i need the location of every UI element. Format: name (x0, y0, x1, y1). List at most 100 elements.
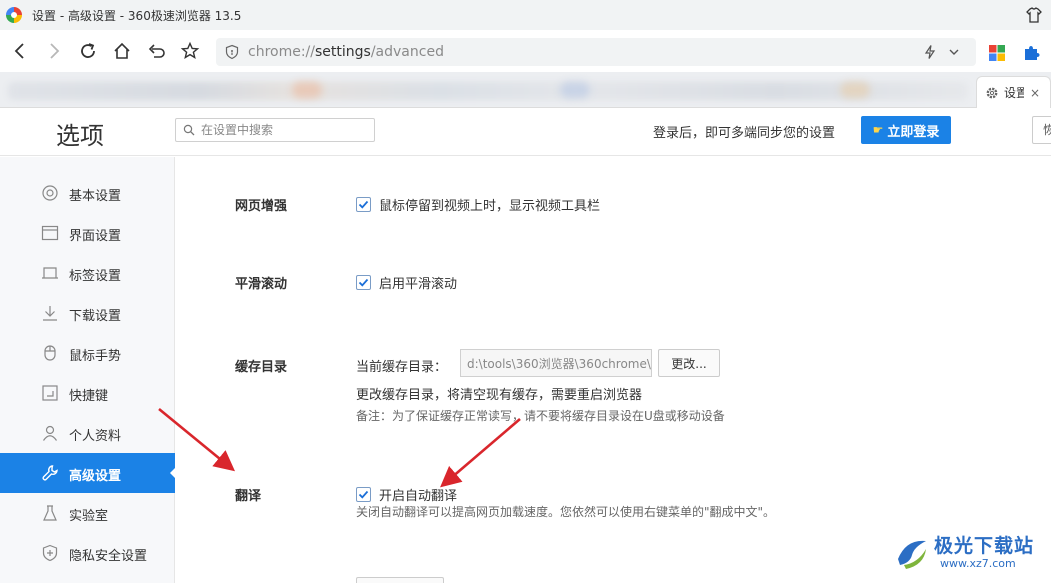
url-host: settings (315, 44, 371, 60)
star-icon (180, 41, 200, 59)
reload-button[interactable] (71, 34, 105, 68)
sidebar-item-label: 基本设置 (69, 189, 122, 204)
home-icon (114, 42, 130, 59)
sidebar-item-label: 下载设置 (69, 309, 122, 324)
check-icon (358, 490, 369, 499)
extensions-puzzle-icon[interactable] (1022, 44, 1040, 62)
sidebar-item-profile[interactable]: 个人资料 (0, 413, 175, 453)
sidebar-item-basic[interactable]: 基本设置 (0, 173, 175, 213)
title-bar: 设置 - 高级设置 - 360极速浏览器 13.5 (0, 0, 1051, 30)
sidebar-item-tabs[interactable]: 标签设置 (0, 253, 175, 293)
skin-icon[interactable] (1025, 6, 1043, 24)
site-watermark: 极光下载站 www.xz7.com (890, 527, 1048, 577)
address-bar[interactable]: chrome://settings/advanced (216, 38, 976, 66)
section-title-cache: 缓存目录 (235, 360, 288, 375)
sidebar-item-label: 鼠标手势 (69, 349, 122, 364)
watermark-logo-icon (898, 540, 926, 569)
smooth-scroll-option[interactable]: 启用平滑滚动 (356, 273, 457, 292)
video-toolbar-option[interactable]: 鼠标停留到视频上时，显示视频工具栏 (356, 195, 600, 214)
wrench-icon (42, 465, 58, 481)
settings-content: 网页增强 鼠标停留到视频上时，显示视频工具栏 平滑滚动 启用平滑滚动 缓存目录 … (176, 157, 1051, 583)
sidebar: 基本设置 界面设置 标签设置 下载设置 鼠标手势 快捷键 个人资料 高级设置 实… (0, 157, 176, 583)
download-icon (43, 306, 57, 321)
login-label: 立即登录 (887, 124, 940, 140)
watermark-url: www.xz7.com (940, 557, 1016, 570)
apps-grid-icon[interactable] (988, 44, 1006, 62)
forward-button[interactable] (37, 34, 71, 68)
window-icon (41, 225, 59, 241)
tab-label: 设置 (1004, 86, 1024, 100)
partial-button[interactable] (356, 577, 444, 583)
sidebar-item-interface[interactable]: 界面设置 (0, 213, 175, 253)
auto-translate-checkbox[interactable] (356, 487, 371, 502)
search-icon (183, 124, 195, 136)
check-icon (358, 200, 369, 209)
sidebar-item-label: 界面设置 (69, 229, 122, 244)
window-title: 设置 - 高级设置 - 360极速浏览器 13.5 (32, 8, 242, 23)
chevron-down-icon[interactable] (946, 44, 962, 60)
watermark-title: 极光下载站 (934, 535, 1035, 557)
sidebar-item-advanced[interactable]: 高级设置 (0, 453, 176, 493)
url-scheme: chrome:// (248, 44, 315, 60)
undo-close-button[interactable] (139, 34, 173, 68)
back-button[interactable] (3, 34, 37, 68)
tab-icon (42, 267, 58, 279)
cache-dir-field[interactable] (460, 349, 652, 377)
checkbox-label: 启用平滑滚动 (379, 277, 458, 292)
bookmark-star-button[interactable] (173, 34, 207, 68)
cache-change-desc: 更改缓存目录，将清空现有缓存，需要重启浏览器 (356, 388, 643, 403)
site-info-icon[interactable] (224, 44, 240, 60)
blurred-tab-favicon (292, 82, 322, 98)
change-cache-button[interactable]: 更改... (658, 349, 720, 377)
circle-dot-icon (42, 185, 58, 201)
mouse-icon (44, 345, 56, 361)
undo-icon (148, 44, 165, 58)
blurred-tab-favicon (560, 82, 590, 98)
sidebar-item-download[interactable]: 下载设置 (0, 293, 175, 333)
pointing-hand-icon: ☛ (872, 123, 884, 137)
sidebar-item-privacy[interactable]: 隐私安全设置 (0, 533, 175, 573)
sidebar-item-mouse-gesture[interactable]: 鼠标手势 (0, 333, 175, 373)
tab-strip: 设置 × (0, 72, 1051, 108)
section-title-smooth-scroll: 平滑滚动 (235, 277, 288, 292)
section-title-translate: 翻译 (235, 489, 262, 504)
url-path: /advanced (370, 44, 444, 60)
home-button[interactable] (105, 34, 139, 68)
gear-icon (986, 87, 998, 98)
flask-icon (43, 505, 57, 521)
back-icon (14, 43, 24, 59)
sync-hint-text: 登录后，即可多端同步您的设置 (653, 126, 836, 141)
navigation-bar: chrome://settings/advanced (0, 30, 1051, 72)
cache-note: 备注：为了保证缓存正常读写，请不要将缓存目录设在U盘或移动设备 (356, 409, 725, 423)
app-logo-icon (6, 7, 22, 23)
login-button[interactable]: ☛ 立即登录 (861, 116, 951, 144)
cache-dir-label: 当前缓存目录： (356, 360, 448, 375)
page-title: 选项 (56, 122, 104, 150)
sidebar-item-lab[interactable]: 实验室 (0, 493, 175, 533)
sidebar-item-label: 实验室 (69, 509, 109, 524)
sidebar-item-shortcuts[interactable]: 快捷键 (0, 373, 175, 413)
search-input[interactable] (201, 123, 371, 137)
sidebar-item-label: 快捷键 (69, 389, 109, 404)
auto-translate-option[interactable]: 开启自动翻译 (356, 485, 457, 504)
checkbox-label: 开启自动翻译 (379, 489, 458, 504)
sidebar-item-label: 标签设置 (69, 269, 122, 284)
video-toolbar-checkbox[interactable] (356, 197, 371, 212)
settings-search-box[interactable] (175, 118, 375, 142)
tab-settings[interactable]: 设置 × (976, 76, 1051, 108)
smooth-scroll-checkbox[interactable] (356, 275, 371, 290)
checkbox-label: 鼠标停留到视频上时，显示视频工具栏 (379, 199, 601, 214)
blurred-tab-favicon (840, 82, 870, 98)
reload-icon (81, 43, 95, 58)
lightning-icon[interactable] (922, 44, 938, 60)
close-tab-icon[interactable]: × (1030, 86, 1040, 100)
shield-icon (42, 544, 58, 562)
person-icon (43, 425, 57, 441)
restore-button[interactable]: 恢 (1032, 116, 1051, 144)
sidebar-item-label: 高级设置 (69, 469, 122, 484)
url-text[interactable]: chrome://settings/advanced (248, 44, 444, 60)
sidebar-item-label: 个人资料 (69, 429, 122, 444)
blurred-tabs (8, 82, 968, 100)
settings-header: 选项 登录后，即可多端同步您的设置 ☛ 立即登录 恢 (0, 108, 1051, 156)
keyboard-icon (42, 385, 58, 401)
